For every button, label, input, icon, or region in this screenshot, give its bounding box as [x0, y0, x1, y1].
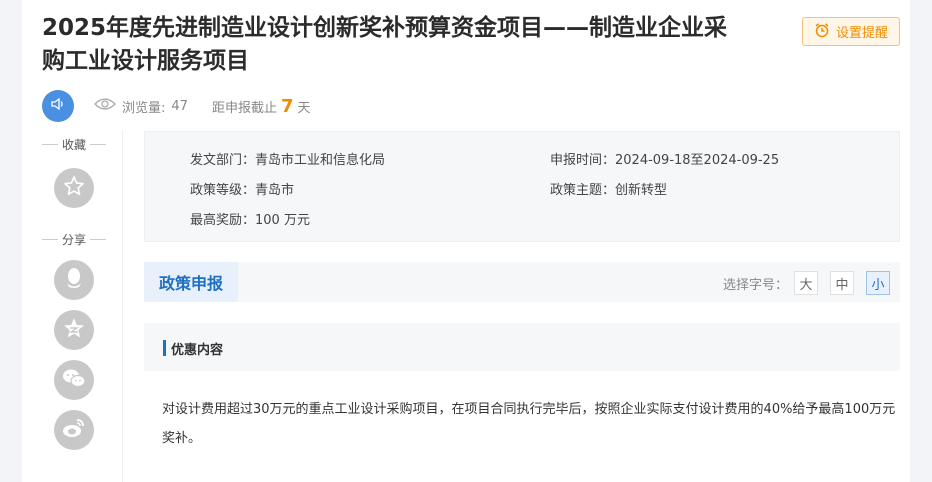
share-qq-button[interactable] [54, 260, 94, 300]
tab-policy-application[interactable]: 政策申报 [144, 262, 238, 302]
qq-icon [63, 266, 85, 294]
qzone-icon [62, 316, 86, 344]
max-award: 最高奖励：100 万元 [190, 213, 310, 228]
views-count: 47 [171, 98, 188, 114]
speaker-button[interactable] [42, 90, 74, 122]
content-tabbar: 政策申报 选择字号： 大 中 小 [144, 262, 900, 302]
deadline-days: 7 [280, 95, 294, 117]
deadline-countdown: 距申报截止 7 天 [212, 96, 311, 117]
policy-info-box: 发文部门：青岛市工业和信息化局 申报时间：2024-09-18至2024-09-… [144, 131, 900, 242]
share-wechat-button[interactable] [54, 360, 94, 400]
favorite-button[interactable] [54, 168, 94, 208]
share-label: 分享 [62, 233, 87, 247]
policy-theme: 政策主题：创新转型 [550, 183, 668, 198]
section-body: 对设计费用超过30万元的重点工业设计采购项目，在项目合同执行完毕后，按照企业实际… [162, 402, 896, 446]
wechat-icon [61, 367, 87, 393]
font-size-label: 选择字号： [723, 278, 789, 293]
meta-row: 浏览量: 47 距申报截止 7 天 [42, 90, 311, 122]
views-label: 浏览量: [122, 100, 166, 116]
font-size-small-button[interactable]: 小 [866, 271, 890, 295]
share-qzone-button[interactable] [54, 310, 94, 350]
view-count: 浏览量: 47 [94, 97, 188, 116]
section-title: 优惠内容 [171, 343, 224, 358]
issuing-department: 发文部门：青岛市工业和信息化局 [190, 153, 386, 168]
set-reminder-button[interactable]: 设置提醒 [802, 17, 900, 46]
policy-detail-page: 2025年度先进制造业设计创新奖补预算资金项目——制造业企业采购工业设计服务项目… [22, 0, 910, 482]
page-title: 2025年度先进制造业设计创新奖补预算资金项目——制造业企业采购工业设计服务项目 [42, 15, 728, 74]
section-accent-bar [163, 340, 166, 356]
set-reminder-label: 设置提醒 [835, 26, 888, 41]
left-action-rail: 收藏 分享 [22, 130, 123, 482]
alarm-clock-icon [814, 22, 830, 42]
deadline-suffix: 天 [297, 100, 311, 116]
share-heading: 分享 [42, 231, 107, 248]
favorite-label: 收藏 [62, 138, 87, 152]
eye-icon [94, 97, 116, 115]
application-period: 申报时间：2024-09-18至2024-09-25 [550, 153, 780, 168]
speaker-icon [50, 96, 66, 116]
deadline-prefix: 距申报截止 [211, 100, 277, 116]
font-size-medium-button[interactable]: 中 [830, 271, 854, 295]
share-weibo-button[interactable] [54, 410, 94, 450]
favorite-heading: 收藏 [42, 136, 107, 153]
section-header: 优惠内容 [144, 323, 900, 371]
star-icon [63, 175, 85, 201]
font-size-large-button[interactable]: 大 [794, 271, 818, 295]
policy-level: 政策等级：青岛市 [190, 183, 295, 198]
weibo-icon [61, 417, 87, 443]
